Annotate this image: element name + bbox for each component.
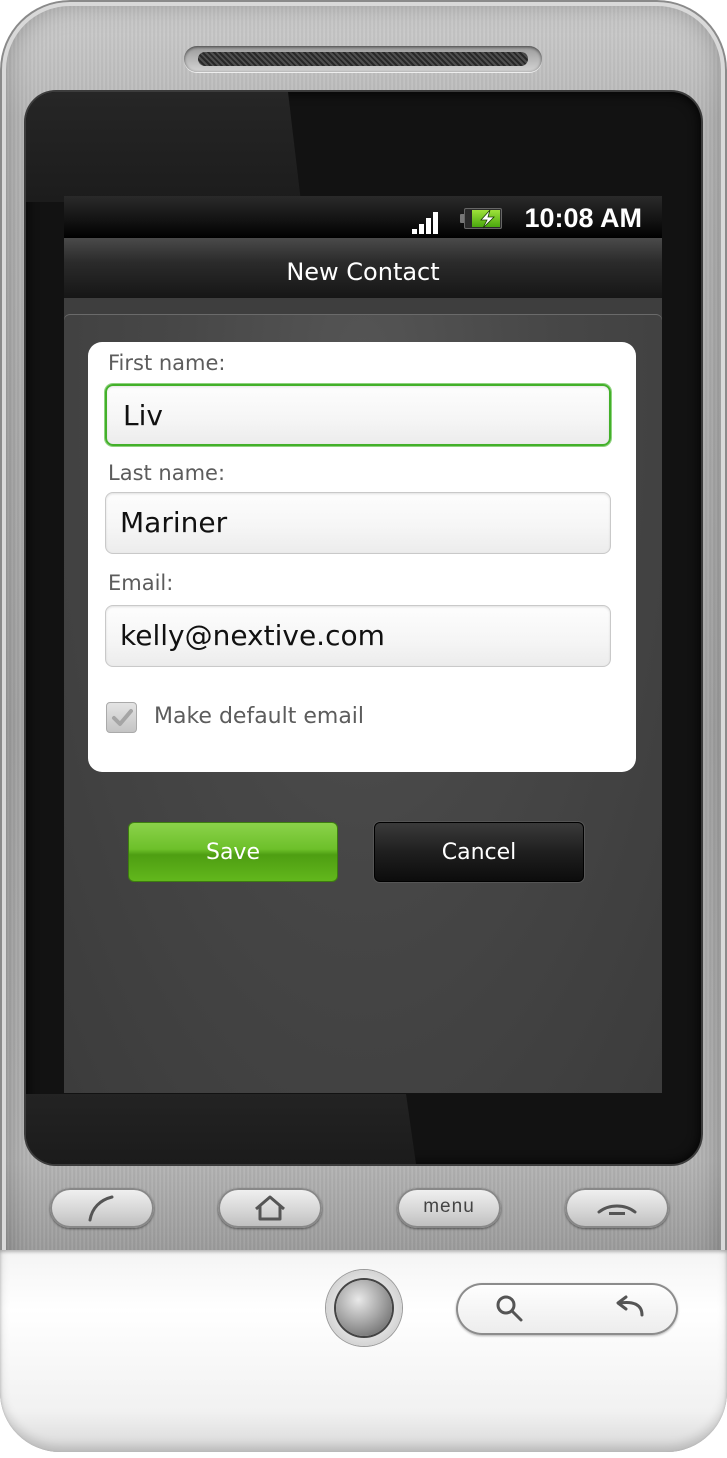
- trackball[interactable]: [326, 1270, 402, 1346]
- menu-key-label: menu: [423, 1196, 475, 1217]
- cancel-button[interactable]: Cancel: [374, 822, 584, 882]
- end-call-key[interactable]: [565, 1188, 669, 1228]
- screen: 10:08 AM New Contact First name: Liv Las…: [64, 196, 662, 1093]
- title-bar: New Contact: [64, 238, 662, 298]
- battery-charging-icon: [460, 208, 504, 229]
- menu-key[interactable]: menu: [397, 1188, 501, 1228]
- home-icon: [255, 1195, 285, 1221]
- save-button[interactable]: Save: [128, 822, 338, 882]
- back-icon[interactable]: [616, 1295, 644, 1317]
- call-icon: [88, 1195, 114, 1222]
- email-label: Email:: [108, 571, 174, 595]
- bezel-reflection: [26, 92, 301, 202]
- checkmark-icon: [112, 709, 133, 726]
- default-email-checkbox[interactable]: [106, 702, 137, 733]
- earpiece-speaker: [184, 46, 542, 72]
- status-time: 10:08 AM: [524, 203, 642, 233]
- end-call-icon: [597, 1204, 637, 1215]
- signal-icon: [412, 206, 442, 234]
- default-email-label[interactable]: Make default email: [154, 703, 364, 731]
- home-key[interactable]: [218, 1188, 322, 1228]
- first-name-field[interactable]: Liv: [105, 384, 611, 446]
- last-name-label: Last name:: [108, 461, 226, 485]
- email-field[interactable]: kelly@nextive.com: [105, 605, 611, 667]
- call-key[interactable]: [50, 1188, 154, 1228]
- search-back-key-pill: [456, 1283, 678, 1335]
- page-title: New Contact: [286, 258, 440, 286]
- first-name-label: First name:: [108, 351, 226, 375]
- last-name-field[interactable]: Mariner: [105, 492, 611, 554]
- speaker-grill: [198, 52, 528, 66]
- search-icon[interactable]: [496, 1295, 523, 1322]
- contact-form-card: First name: Liv Last name: Mariner Email…: [88, 342, 636, 772]
- trackball-ball: [336, 1280, 392, 1336]
- status-bar: 10:08 AM: [64, 196, 662, 238]
- bezel-reflection-bottom: [26, 1094, 416, 1164]
